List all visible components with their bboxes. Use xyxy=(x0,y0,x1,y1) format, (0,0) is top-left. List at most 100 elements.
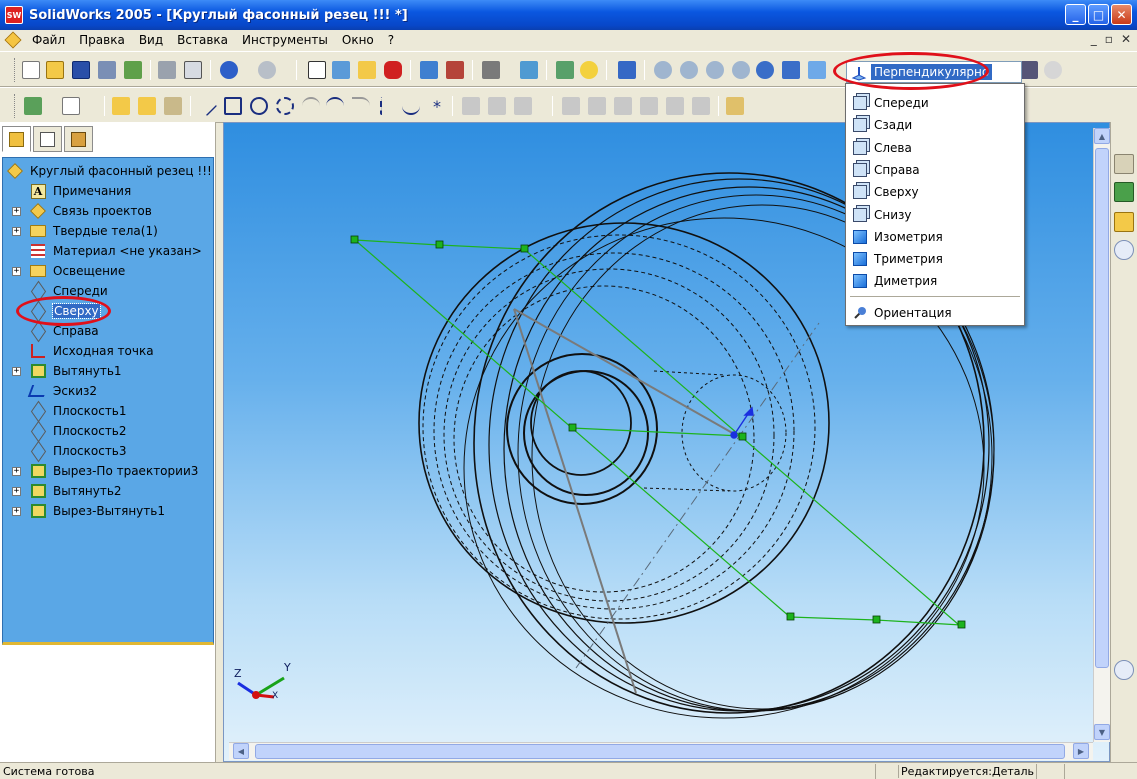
scroll-left-arrow[interactable]: ◀ xyxy=(233,743,249,759)
tab-configuration-manager[interactable] xyxy=(64,126,93,152)
tree-item[interactable]: + Твердые тела(1) xyxy=(3,221,213,241)
centerline-icon[interactable] xyxy=(380,97,384,115)
dropdown-item[interactable]: Справа xyxy=(848,160,1022,180)
move-icon[interactable] xyxy=(666,97,684,115)
tree-item[interactable]: Исходная точка xyxy=(3,341,213,361)
tree-item[interactable]: Плоскость3 xyxy=(3,440,213,462)
menu-view[interactable]: Вид xyxy=(132,33,170,47)
scroll-down-arrow[interactable]: ▼ xyxy=(1094,724,1110,740)
file-explorer-icon[interactable] xyxy=(1114,212,1134,232)
print-preview-icon[interactable] xyxy=(98,61,116,79)
undo-icon[interactable] xyxy=(220,61,238,79)
dimension-icon[interactable] xyxy=(138,97,156,115)
trim-icon[interactable] xyxy=(614,97,632,115)
tree-expand-toggle[interactable]: + xyxy=(12,226,21,236)
vertical-scroll-thumb[interactable] xyxy=(1095,148,1109,668)
help-icon[interactable] xyxy=(580,61,598,79)
dropdown-item[interactable]: Снизу xyxy=(848,205,1022,225)
arc-icon[interactable] xyxy=(276,97,294,115)
dropdown-item[interactable]: Диметрия xyxy=(848,271,1022,291)
tree-item[interactable]: Плоскость1 xyxy=(3,400,213,422)
tree-item[interactable]: Плоскость2 xyxy=(3,420,213,442)
tree-item[interactable]: Сверху xyxy=(3,300,213,322)
zoom-selection-icon[interactable] xyxy=(732,61,750,79)
tree-item[interactable]: Спереди xyxy=(3,280,213,302)
menu-tools[interactable]: Инструменты xyxy=(235,33,335,47)
mirror-icon[interactable] xyxy=(514,97,532,115)
menu-help[interactable]: ? xyxy=(381,33,401,47)
dropdown-item[interactable]: Триметрия xyxy=(848,249,1022,269)
rebuild-icon[interactable] xyxy=(332,61,350,79)
tangent-arc-icon[interactable] xyxy=(302,97,320,115)
display-relations-icon[interactable] xyxy=(488,97,506,115)
tree-item[interactable]: Материал <не указан> xyxy=(3,241,213,261)
point-icon[interactable]: * xyxy=(428,97,446,116)
zoom-fit-icon[interactable] xyxy=(654,61,672,79)
dropdown-item-orientation[interactable]: Ориентация xyxy=(848,303,1022,323)
vertical-scrollbar[interactable]: ▲ ▼ xyxy=(1093,128,1110,742)
fillet-icon[interactable] xyxy=(352,97,370,115)
features-icon[interactable] xyxy=(24,97,42,115)
dropdown-item[interactable]: Спереди xyxy=(848,93,1022,113)
save-icon[interactable] xyxy=(72,61,90,79)
scroll-up-arrow[interactable]: ▲ xyxy=(1094,128,1110,144)
sketch-tool-icon[interactable] xyxy=(358,61,376,79)
view-mode-icon[interactable] xyxy=(618,61,636,79)
spline-icon[interactable] xyxy=(402,97,420,115)
doc-minimize-button[interactable]: _ xyxy=(1091,32,1097,46)
shadow-icon[interactable] xyxy=(1044,61,1062,79)
home-icon[interactable] xyxy=(1114,154,1134,174)
new-file-icon[interactable] xyxy=(22,61,40,79)
pan-icon[interactable] xyxy=(782,61,800,79)
menu-insert[interactable]: Вставка xyxy=(170,33,235,47)
open-file-icon[interactable] xyxy=(46,61,64,79)
smart-dimension-icon[interactable] xyxy=(62,97,80,115)
collapse-pane-icon[interactable] xyxy=(1114,240,1134,260)
dropdown-item[interactable]: Сверху xyxy=(848,182,1022,202)
view-orientation-combo[interactable]: Перпендикулярно xyxy=(846,61,1022,83)
tree-item[interactable]: + Вырез-Вытянуть1 xyxy=(3,501,213,521)
doc-close-button[interactable]: ✕ xyxy=(1121,32,1131,46)
dropdown-item[interactable]: Сзади xyxy=(848,115,1022,135)
horizontal-scroll-thumb[interactable] xyxy=(255,744,1065,759)
toolbar-grip[interactable] xyxy=(14,58,17,82)
library-icon[interactable] xyxy=(1114,182,1134,202)
tree-item[interactable]: + Вытянуть2 xyxy=(3,481,213,501)
convert-entities-icon[interactable] xyxy=(562,97,580,115)
eraser-icon[interactable] xyxy=(164,97,182,115)
toolbar-grip[interactable] xyxy=(14,94,17,118)
brick-icon[interactable] xyxy=(446,61,464,79)
tab-property-manager[interactable] xyxy=(33,126,62,152)
tree-item[interactable]: Эскиз2 xyxy=(3,381,213,401)
menu-file[interactable]: Файл xyxy=(25,33,72,47)
traffic-light-icon[interactable] xyxy=(384,61,402,79)
tree-root[interactable]: Круглый фасонный резец !!! xyxy=(3,161,213,181)
menu-edit[interactable]: Правка xyxy=(72,33,132,47)
horizontal-scrollbar[interactable]: ◀ ▶ xyxy=(229,742,1093,760)
menu-window[interactable]: Окно xyxy=(335,33,381,47)
minimize-button[interactable]: _ xyxy=(1065,4,1086,25)
tree-expand-toggle[interactable]: + xyxy=(12,266,21,276)
dropdown-item[interactable]: Изометрия xyxy=(848,227,1022,247)
add-relation-icon[interactable] xyxy=(462,97,480,115)
extend-icon[interactable] xyxy=(640,97,658,115)
tree-item[interactable]: + Вырез-По траектории3 xyxy=(3,461,213,481)
view-orientation-icon[interactable] xyxy=(808,61,826,79)
dropdown-item[interactable]: Слева xyxy=(848,138,1022,158)
circle-icon[interactable] xyxy=(250,97,268,115)
tree-item[interactable]: A Примечания xyxy=(3,181,213,201)
scroll-right-arrow[interactable]: ▶ xyxy=(1073,743,1089,759)
maximize-button[interactable]: □ xyxy=(1088,4,1109,25)
tree-item[interactable]: + Связь проектов xyxy=(3,201,213,221)
tree-expand-toggle[interactable]: + xyxy=(12,206,21,216)
copy-icon[interactable] xyxy=(692,97,710,115)
tree-expand-toggle[interactable]: + xyxy=(12,486,21,496)
zoom-in-out-icon[interactable] xyxy=(706,61,724,79)
expand-pane-icon[interactable] xyxy=(1114,660,1134,680)
select-arrow-icon[interactable] xyxy=(308,61,326,79)
solidworks-app-icon[interactable]: SW xyxy=(5,6,23,24)
help-status-icon[interactable] xyxy=(1064,764,1084,779)
tree-expand-toggle[interactable]: + xyxy=(12,366,21,376)
sketch-paint-icon[interactable] xyxy=(726,97,744,115)
sketch-icon[interactable] xyxy=(112,97,130,115)
